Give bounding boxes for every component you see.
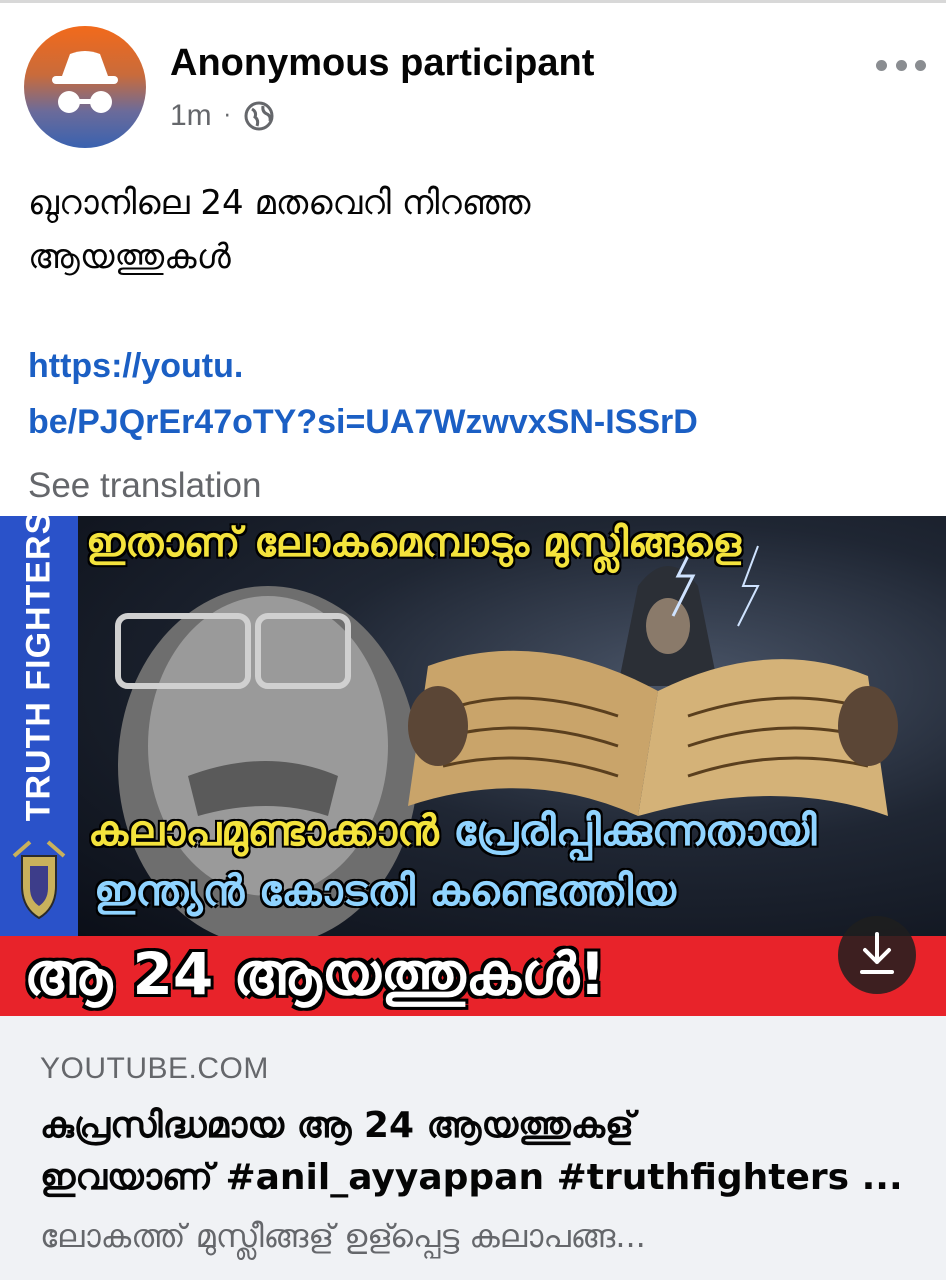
link-title[interactable]: കുപ്രസിദ്ധമായ ആ 24 ആയത്തുകള് ഇവയാണ് #ani… (40, 1100, 920, 1204)
post-text: ഖുറാനിലെ 24 മതവെറി നിറഞ്ഞ ആയത്തുകൾ (28, 176, 908, 284)
post-link[interactable]: https://youtu. be/PJQrEr47oTY?si=UA7Wzwv… (28, 338, 928, 450)
post-header: Anonymous participant 1m · (0, 0, 946, 160)
globe-icon[interactable] (243, 100, 275, 132)
post-text-line: ഖുറാനിലെ 24 മതവെറി നിറഞ്ഞ (28, 183, 531, 223)
see-translation-link[interactable]: See translation (28, 466, 261, 506)
post-link-line[interactable]: https://youtu. (28, 338, 928, 394)
post-meta: 1m · (170, 96, 275, 136)
thumbnail-top-text: ഇതാണ് ലോകമെമ്പാടും മുസ്ലിങ്ങളെ (86, 520, 742, 566)
link-title-line[interactable]: ഇവയാണ് #anil_ayyappan #truthfighters ... (40, 1152, 920, 1204)
avatar[interactable] (24, 26, 146, 148)
download-button[interactable] (838, 916, 916, 994)
thumbnail-mid-text-2: ഇന്ത്യൻ കോടതി കണ്ടെത്തിയ (94, 866, 676, 915)
thumbnail-side-label: TRUTH FIGHTERS (19, 516, 58, 822)
thumbnail-mid-text: കലാപമുണ്ടാക്കാൻ പ്രേരിപ്പിക്കുന്നതായി (88, 806, 817, 856)
meta-separator: · (223, 103, 231, 129)
thumbnail-mid-text-a: കലാപമുണ്ടാക്കാൻ (88, 806, 439, 855)
more-horizontal-icon[interactable] (876, 58, 926, 72)
thumbnail-banner-text: ആ 24 ആയത്തുകൾ! (24, 940, 606, 1008)
link-domain: YOUTUBE.COM (40, 1052, 269, 1085)
post-link-line[interactable]: be/PJQrEr47oTY?si=UA7WzwvxSN-ISSrD (28, 394, 928, 450)
post-time[interactable]: 1m (170, 99, 212, 133)
shield-logo-icon (12, 840, 66, 920)
post-text-line: ആയത്തുകൾ (28, 237, 231, 277)
link-thumbnail[interactable]: TRUTH FIGHTERS ഇതാണ് ലോകമെമ്പാടും മുസ്ലി… (0, 516, 946, 1016)
thumbnail-mid-text-b: പ്രേരിപ്പിക്കുന്നതായി (453, 806, 817, 855)
incognito-icon (52, 51, 118, 113)
download-icon (860, 932, 894, 974)
link-description: ലോകത്ത് മുസ്ലീങ്ങള് ഉള്പ്പെട്ട കലാപങ്ങ..… (40, 1217, 646, 1255)
link-title-line[interactable]: കുപ്രസിദ്ധമായ ആ 24 ആയത്തുകള് (40, 1100, 920, 1152)
author-name[interactable]: Anonymous participant (170, 42, 594, 85)
